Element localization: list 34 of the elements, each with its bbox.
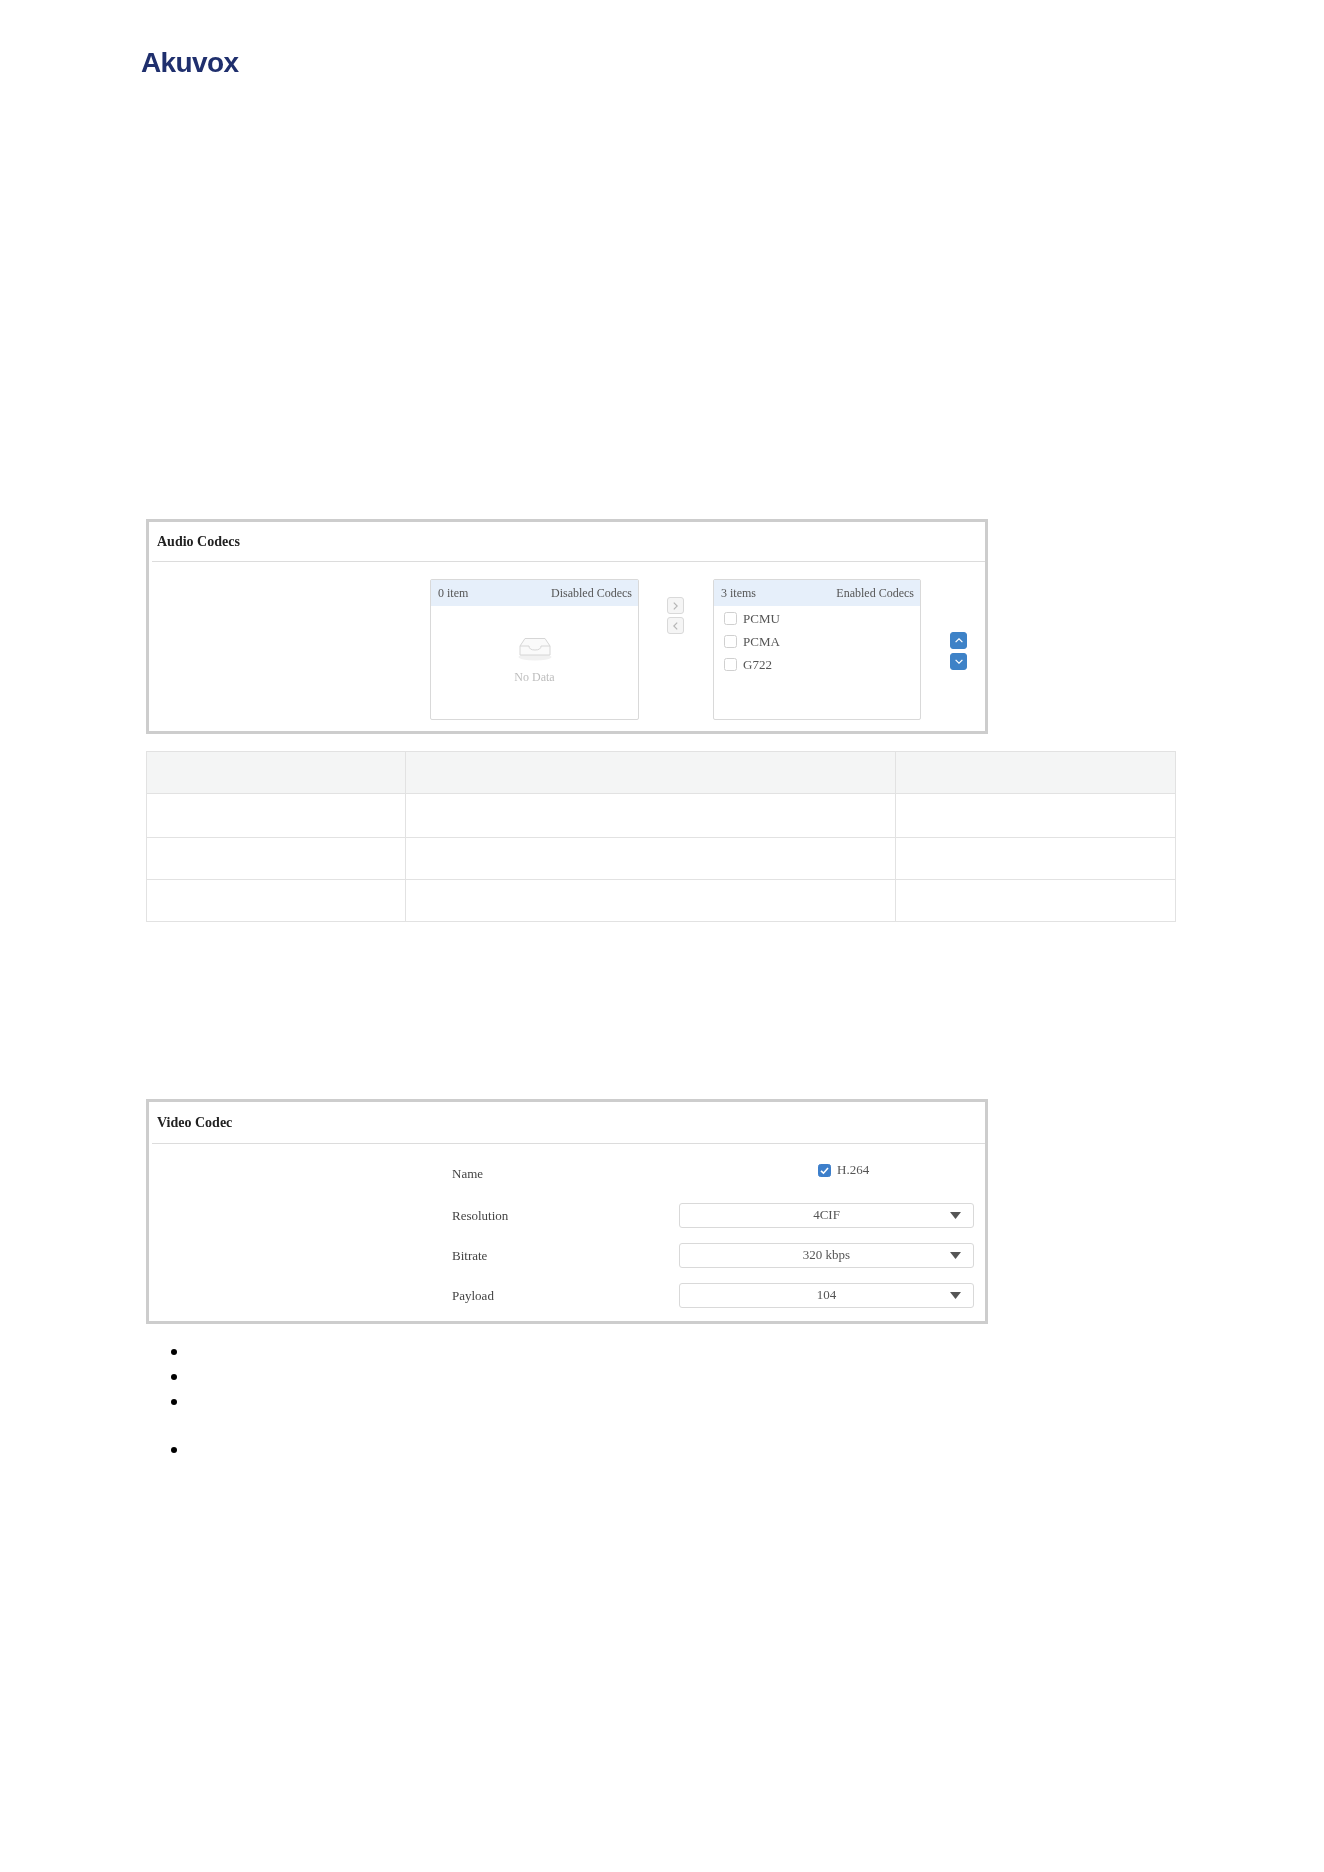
bullet-icon (171, 1446, 177, 1453)
field-label: Name (452, 1166, 484, 1181)
chevron-right-icon (673, 601, 678, 610)
chevron-left-icon (673, 621, 678, 630)
caret-icon (950, 1211, 961, 1219)
move-up-button[interactable] (950, 632, 967, 649)
field-label: Resolution (452, 1208, 509, 1223)
chevron-up-icon (954, 638, 963, 643)
checkbox-label: H.264 (837, 1162, 870, 1178)
codec-label: G722 (743, 656, 772, 673)
bullet-icon (171, 1398, 177, 1405)
panel-title: Video Codec (157, 1114, 233, 1131)
empty-text: No Data (514, 670, 555, 685)
bullet-icon (171, 1348, 177, 1355)
caret-icon (950, 1251, 961, 1259)
field-label: Payload (452, 1288, 494, 1303)
codec-label: PCMA (743, 633, 780, 650)
chevron-down-icon (954, 659, 963, 664)
panel-title: Audio Codecs (157, 533, 240, 550)
dropdown[interactable]: 104 (679, 1282, 974, 1308)
list-title: Disabled Codecs (551, 585, 632, 601)
bullet-icon (171, 1373, 177, 1380)
dropdown[interactable]: 320 kbps (679, 1242, 974, 1268)
logo: Akuvox (141, 49, 239, 77)
move-down-button[interactable] (950, 653, 967, 670)
codec-label: PCMU (743, 610, 780, 627)
item-count: 3 items (721, 585, 756, 601)
caret-icon (950, 1291, 961, 1299)
dropdown[interactable]: 4CIF (679, 1202, 974, 1228)
list-title: Enabled Codecs (836, 585, 914, 601)
checkbox[interactable] (818, 1163, 831, 1177)
empty-inbox-icon (517, 635, 552, 661)
item-count: 0 item (438, 585, 469, 601)
field-label: Bitrate (452, 1248, 488, 1263)
